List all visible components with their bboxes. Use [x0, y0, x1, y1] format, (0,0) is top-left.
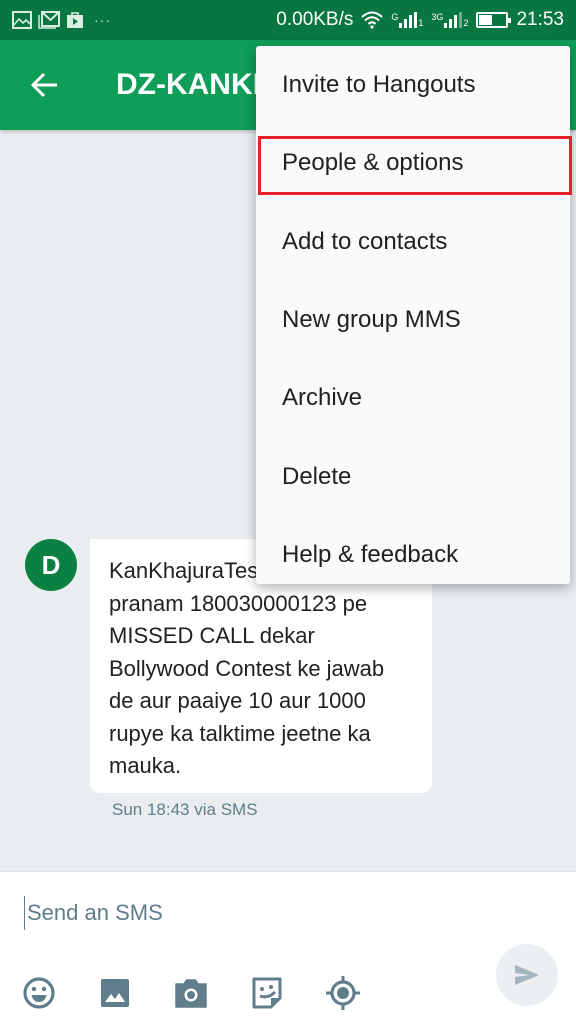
camera-icon — [175, 979, 207, 1008]
message-text-line: MISSED CALL dekar — [109, 623, 315, 648]
play-store-icon — [67, 12, 83, 28]
menu-item-delete[interactable]: Delete — [256, 437, 570, 515]
battery-icon — [476, 12, 512, 28]
sim2-network-label: 3G — [431, 12, 444, 22]
wifi-icon — [361, 11, 384, 29]
gallery-icon — [101, 979, 129, 1007]
message-text-line: de aur paaiye 10 aur 1000 — [109, 688, 366, 713]
arrow-back-icon — [31, 72, 57, 98]
location-button[interactable] — [324, 974, 362, 1012]
menu-item-new-group-mms[interactable]: New group MMS — [256, 281, 570, 359]
status-bar: ··· 0.00KB/s G 1 3G 2 21:53 — [0, 0, 576, 40]
overflow-menu: Invite to Hangouts People & options Add to… — [256, 46, 572, 584]
gallery-button[interactable] — [96, 974, 134, 1012]
gmail-icon — [38, 11, 60, 29]
sms-input[interactable] — [24, 896, 464, 930]
message-text-line: rupye ka talktime jeetne ka — [109, 720, 371, 746]
notification-icons: ··· — [12, 11, 111, 29]
avatar-letter: D — [41, 549, 61, 580]
image-icon — [12, 11, 32, 29]
send-button[interactable] — [496, 944, 558, 1006]
message-text-line: mauka. — [109, 753, 182, 778]
message-text-line: Bollywood Contest ke jawab — [109, 655, 385, 681]
signal-sim2-icon: 3G 2 — [431, 12, 468, 28]
clock: 21:53 — [516, 9, 564, 30]
sender-avatar[interactable]: D — [25, 539, 77, 591]
network-speed: 0.00KB/s — [276, 9, 354, 30]
signal-sim1-icon: G 1 — [391, 12, 423, 28]
back-button[interactable] — [0, 40, 90, 130]
sticker-button[interactable] — [248, 974, 286, 1012]
emoji-icon — [23, 977, 55, 1009]
menu-item-label: Invite to Hangouts — [282, 71, 476, 99]
menu-item-people-and-options[interactable]: People & options — [256, 124, 572, 202]
sim1-index: 1 — [418, 18, 424, 28]
sim2-index: 2 — [463, 18, 469, 28]
camera-button[interactable] — [172, 974, 210, 1012]
menu-item-label: Archive — [282, 384, 363, 412]
send-icon — [515, 965, 539, 985]
message-timestamp: Sun 18:43 via SMS — [112, 800, 258, 819]
menu-item-archive[interactable]: Archive — [256, 359, 570, 437]
menu-item-label: People & options — [282, 149, 464, 177]
sticker-icon — [252, 977, 282, 1009]
menu-item-label: Add to contacts — [282, 227, 448, 255]
menu-item-add-to-contacts[interactable]: Add to contacts — [256, 203, 570, 281]
menu-item-label: Help & feedback — [282, 540, 459, 568]
emoji-button[interactable] — [20, 974, 58, 1012]
location-icon — [326, 976, 360, 1010]
menu-item-label: Delete — [282, 462, 352, 490]
more-notifications-indicator: ··· — [94, 12, 111, 28]
sim1-network-label: G — [391, 12, 399, 22]
compose-bar — [0, 871, 576, 1024]
menu-item-invite-to-hangouts[interactable]: Invite to Hangouts — [256, 46, 570, 124]
menu-item-label: New group MMS — [282, 306, 461, 334]
menu-item-help-and-feedback[interactable]: Help & feedback — [256, 516, 570, 594]
